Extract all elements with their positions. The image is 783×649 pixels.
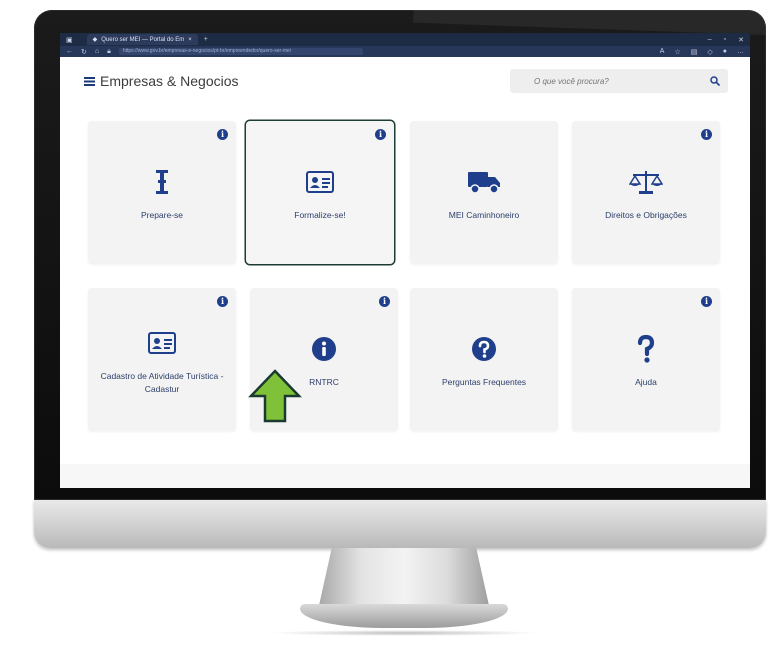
question-circle-icon: [471, 334, 497, 364]
card-label: Prepare-se: [140, 210, 184, 220]
browser-toolbar-icons: A ☆ ▤ ◇ ● …: [660, 48, 744, 56]
card-label: Formalize-se!: [294, 210, 346, 220]
collections-icon[interactable]: ▤: [691, 48, 698, 56]
info-circle-icon: [311, 334, 337, 364]
card-direitos-obrigacoes[interactable]: i Direitos e Obrigações: [572, 121, 720, 264]
more-options-icon[interactable]: …: [737, 48, 744, 56]
close-window-button[interactable]: ✕: [738, 36, 744, 44]
back-arrow-icon[interactable]: ←: [66, 48, 73, 55]
browser-tab[interactable]: ◆ Quero ser MEI — Portal do Em ×: [86, 34, 198, 45]
monitor-chin: [34, 500, 766, 548]
home-icon[interactable]: ⌂: [95, 48, 99, 55]
monitor-stand-shadow: [268, 630, 540, 636]
card-prepare-se[interactable]: i Prepare-se: [88, 121, 236, 264]
monitor-screen: ▣ ◆ Quero ser MEI — Portal do Em × + – ▫…: [60, 33, 750, 488]
search-input[interactable]: [518, 75, 710, 87]
id-card-icon: [148, 328, 176, 358]
lock-icon: 🔒︎: [107, 47, 111, 55]
card-label: Direitos e Obrigações: [605, 210, 687, 220]
card-label: MEI Caminhoneiro: [448, 210, 520, 220]
refresh-icon[interactable]: ↻: [81, 48, 87, 56]
card-label: Cadastro de Atividade Turística - Cadast…: [100, 370, 224, 394]
monitor-stand-base: [300, 604, 508, 628]
browser-titlebar: ▣ ◆ Quero ser MEI — Portal do Em × + – ▫…: [60, 33, 750, 46]
search-icon[interactable]: [710, 76, 720, 86]
new-tab-button[interactable]: +: [204, 36, 208, 43]
read-aloud-icon[interactable]: A: [660, 48, 665, 56]
card-mei-caminhoneiro[interactable]: MEI Caminhoneiro: [410, 121, 558, 264]
card-label: RNTRC: [309, 377, 339, 387]
search-box: [510, 69, 728, 93]
scale-icon: [629, 167, 663, 197]
info-badge-icon[interactable]: i: [701, 129, 712, 140]
card-cadastur[interactable]: i Cadastro de Atividade Turística - Cada…: [88, 288, 236, 431]
minimize-button[interactable]: –: [708, 36, 712, 44]
card-ajuda[interactable]: i Ajuda: [572, 288, 720, 431]
info-badge-icon[interactable]: i: [379, 296, 390, 307]
info-badge-icon[interactable]: i: [217, 296, 228, 307]
cursor-text-icon: [155, 167, 169, 197]
tab-close-icon[interactable]: ×: [188, 37, 192, 43]
card-label: Perguntas Frequentes: [441, 377, 527, 387]
url-field[interactable]: https://www.gov.br/empresas-e-negocios/p…: [118, 48, 363, 55]
site-header: Empresas & Negocios: [60, 57, 750, 105]
truck-icon: [467, 167, 501, 197]
screen-footer-strip: [60, 464, 750, 488]
tab-favicon-icon: ◆: [92, 37, 98, 43]
profile-icon[interactable]: ●: [723, 48, 727, 56]
monitor-stand-neck: [318, 548, 490, 610]
card-formalize-se[interactable]: i Formalize-se!: [246, 121, 394, 264]
browser-menu-icon[interactable]: ▣: [66, 36, 73, 44]
hamburger-menu-icon[interactable]: [84, 76, 95, 86]
info-badge-icon[interactable]: i: [217, 129, 228, 140]
question-mark-icon: [637, 334, 655, 364]
page-title: Empresas & Negocios: [100, 73, 239, 89]
browser-address-bar: ← ↻ ⌂ 🔒︎ https://www.gov.br/empresas-e-n…: [60, 46, 750, 57]
highlight-arrow-icon: [248, 369, 302, 423]
card-label: Ajuda: [635, 377, 657, 387]
info-badge-icon[interactable]: i: [701, 296, 712, 307]
tab-title: Quero ser MEI — Portal do Em: [101, 36, 185, 43]
maximize-button[interactable]: ▫: [724, 36, 726, 44]
info-badge-icon[interactable]: i: [375, 129, 386, 140]
extensions-icon[interactable]: ◇: [707, 48, 712, 56]
card-perguntas-frequentes[interactable]: Perguntas Frequentes: [410, 288, 558, 431]
cards-grid: i Prepare-se i Formalize-se! MEI Caminho…: [60, 105, 750, 488]
favorite-icon[interactable]: ☆: [674, 48, 680, 56]
id-card-icon: [306, 167, 334, 197]
window-controls: – ▫ ✕: [708, 36, 744, 44]
